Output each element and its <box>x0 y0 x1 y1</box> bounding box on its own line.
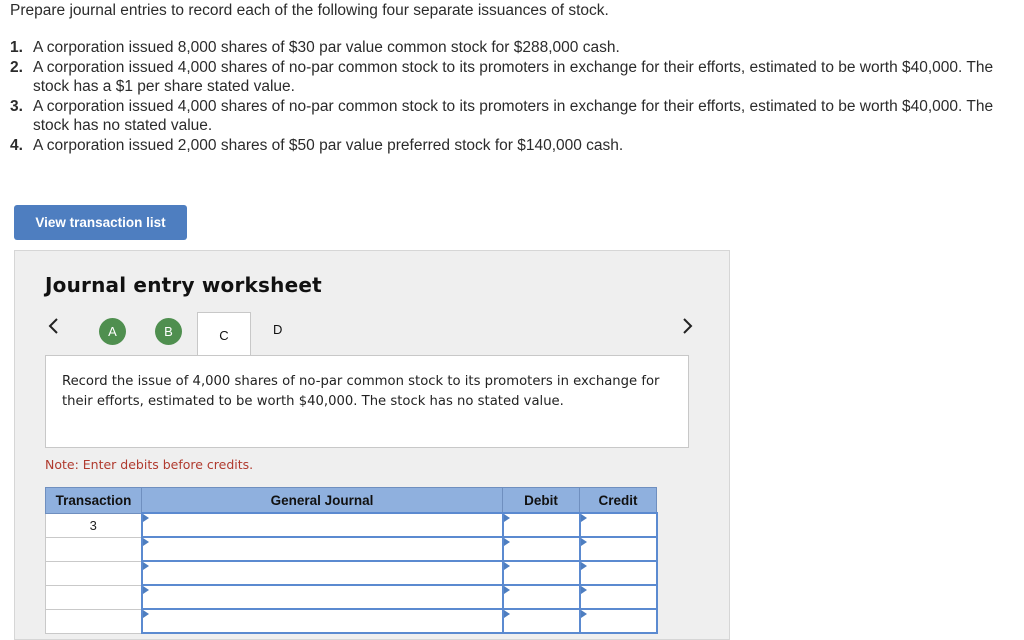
column-header-general-journal: General Journal <box>141 487 503 514</box>
note-text: Note: Enter debits before credits. <box>45 457 254 472</box>
step-c-tab[interactable]: C <box>197 312 251 357</box>
transaction-cell <box>45 560 142 586</box>
chevron-left-icon[interactable] <box>47 317 59 341</box>
debit-input[interactable] <box>501 608 581 634</box>
step-d-button[interactable]: D <box>273 322 282 337</box>
input-marker-icon <box>580 610 587 618</box>
input-marker-icon <box>580 586 587 594</box>
account-input[interactable] <box>140 608 504 634</box>
dropdown-marker-icon <box>142 610 149 618</box>
question-item: 4. A corporation issued 2,000 shares of … <box>10 136 1010 156</box>
input-marker-icon <box>580 562 587 570</box>
credit-input[interactable] <box>578 536 658 562</box>
question-text: A corporation issued 8,000 shares of $30… <box>33 39 620 56</box>
transaction-cell <box>45 608 142 634</box>
dropdown-marker-icon <box>142 514 149 522</box>
table-row <box>45 584 658 610</box>
credit-input[interactable] <box>578 512 658 538</box>
journal-entry-worksheet: Journal entry worksheet A B C D Record t… <box>14 250 730 640</box>
question-text: A corporation issued 4,000 shares of no-… <box>33 97 994 135</box>
input-marker-icon <box>580 538 587 546</box>
question-number: 1. <box>10 39 23 56</box>
question-item: 1. A corporation issued 8,000 shares of … <box>10 38 1010 58</box>
table-row <box>45 560 658 586</box>
input-marker-icon <box>503 586 510 594</box>
question-text: A corporation issued 4,000 shares of no-… <box>33 58 994 96</box>
view-transaction-list-button[interactable]: View transaction list <box>14 205 187 240</box>
credit-input[interactable] <box>578 584 658 610</box>
debit-input[interactable] <box>501 512 581 538</box>
question-item: 2. A corporation issued 4,000 shares of … <box>10 58 1010 97</box>
step-a-button[interactable]: A <box>99 318 126 345</box>
table-row <box>45 536 658 562</box>
debit-input[interactable] <box>501 536 581 562</box>
account-input[interactable] <box>140 512 504 538</box>
transaction-cell <box>45 536 142 562</box>
table-row: 3 <box>45 512 658 538</box>
table-row <box>45 608 658 634</box>
question-number: 3. <box>10 97 23 115</box>
worksheet-title: Journal entry worksheet <box>45 273 322 297</box>
account-input[interactable] <box>140 584 504 610</box>
transaction-cell <box>45 584 142 610</box>
dropdown-marker-icon <box>142 562 149 570</box>
question-number: 2. <box>10 58 23 76</box>
input-marker-icon <box>503 514 510 522</box>
input-marker-icon <box>580 514 587 522</box>
account-input[interactable] <box>140 560 504 586</box>
entry-description: Record the issue of 4,000 shares of no-p… <box>45 355 689 448</box>
debit-input[interactable] <box>501 584 581 610</box>
step-b-button[interactable]: B <box>155 318 182 345</box>
question-list: 1. A corporation issued 8,000 shares of … <box>10 38 1010 155</box>
column-header-transaction: Transaction <box>45 487 142 514</box>
input-marker-icon <box>503 538 510 546</box>
input-marker-icon <box>503 610 510 618</box>
column-header-credit: Credit <box>579 487 657 514</box>
dropdown-marker-icon <box>142 586 149 594</box>
input-marker-icon <box>503 562 510 570</box>
question-text: A corporation issued 2,000 shares of $50… <box>33 136 624 154</box>
credit-input[interactable] <box>578 608 658 634</box>
chevron-right-icon[interactable] <box>682 317 694 341</box>
dropdown-marker-icon <box>142 538 149 546</box>
debit-input[interactable] <box>501 560 581 586</box>
transaction-cell: 3 <box>45 512 142 538</box>
table-header-row: Transaction General Journal Debit Credit <box>45 487 657 514</box>
journal-table: Transaction General Journal Debit Credit… <box>45 487 658 634</box>
account-input[interactable] <box>140 536 504 562</box>
question-item: 3. A corporation issued 4,000 shares of … <box>10 97 1010 136</box>
instructions-text: Prepare journal entries to record each o… <box>10 2 609 19</box>
question-number: 4. <box>10 136 23 154</box>
credit-input[interactable] <box>578 560 658 586</box>
column-header-debit: Debit <box>502 487 580 514</box>
